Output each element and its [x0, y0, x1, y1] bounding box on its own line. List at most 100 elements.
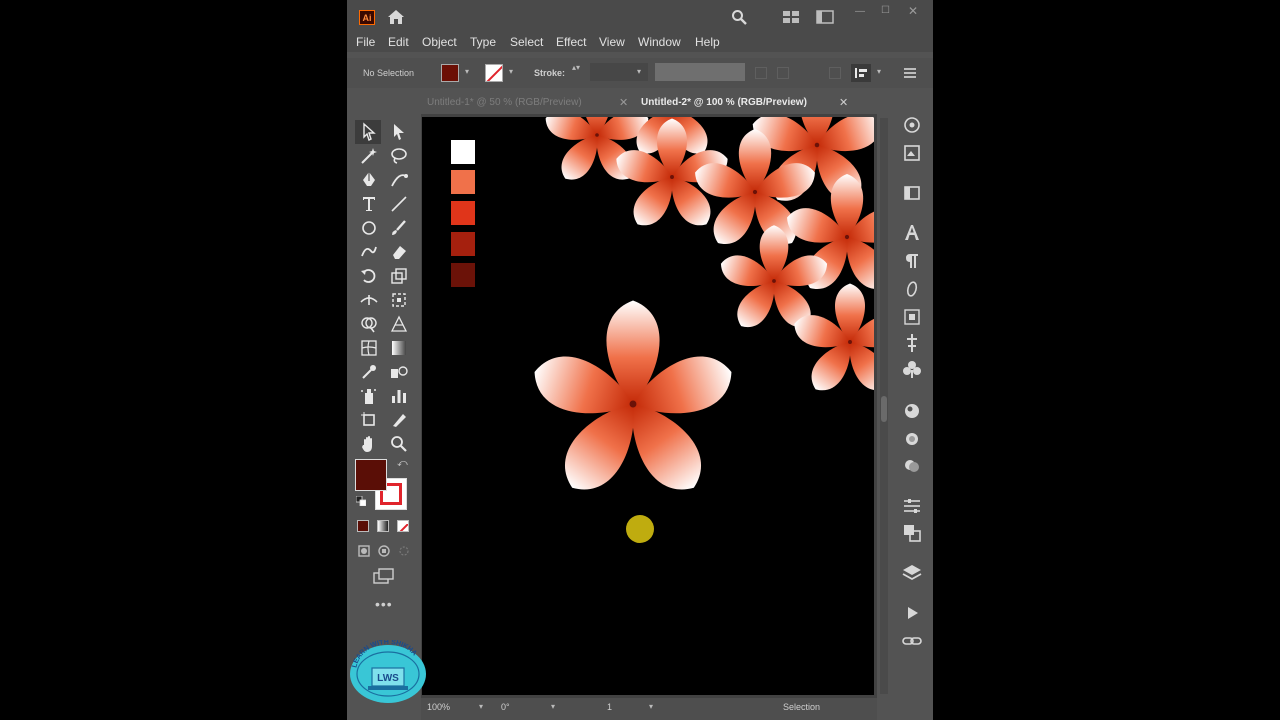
draw-behind-icon[interactable]: [377, 544, 391, 558]
character-icon[interactable]: [899, 222, 925, 244]
shape-builder-tool-icon[interactable]: [359, 314, 379, 334]
transform-icon[interactable]: [899, 306, 925, 328]
minimize-icon[interactable]: —: [855, 6, 865, 17]
menu-type[interactable]: Type: [470, 35, 496, 49]
mesh-tool-icon[interactable]: [359, 338, 379, 358]
slice-tool-icon[interactable]: [389, 410, 409, 430]
artboard-tool-icon[interactable]: [359, 410, 379, 430]
puppet-warp-icon[interactable]: [899, 332, 925, 354]
shaper-tool-icon[interactable]: [359, 242, 379, 262]
menu-select[interactable]: Select: [510, 35, 543, 49]
fill-dropdown-icon[interactable]: ▾: [465, 67, 469, 76]
artboard-dropdown-icon[interactable]: ▾: [649, 702, 653, 711]
type-tool-icon[interactable]: [359, 194, 379, 214]
color-mode-button[interactable]: [357, 520, 369, 532]
ellipse-tool-icon[interactable]: [359, 218, 379, 238]
menu-effect[interactable]: Effect: [556, 35, 586, 49]
symbols-icon[interactable]: [899, 358, 925, 380]
curvature-tool-icon[interactable]: [389, 170, 409, 190]
layers-icon[interactable]: [899, 562, 925, 584]
menu-file[interactable]: File: [356, 35, 375, 49]
paintbrush-tool-icon[interactable]: [389, 218, 409, 238]
menu-view[interactable]: View: [599, 35, 625, 49]
draw-inside-icon[interactable]: [397, 544, 411, 558]
scale-tool-icon[interactable]: [389, 266, 409, 286]
variable-width-profile[interactable]: [655, 63, 745, 81]
opacity-icon[interactable]: [777, 67, 789, 79]
gradient-tool-icon[interactable]: [389, 338, 409, 358]
default-colors-icon[interactable]: [356, 496, 366, 506]
swatch-dark-red[interactable]: [451, 232, 475, 256]
libraries-icon[interactable]: [899, 142, 925, 164]
artwork[interactable]: [422, 117, 874, 695]
opentype-icon[interactable]: [899, 278, 925, 300]
close-tab-icon[interactable]: ✕: [619, 96, 628, 109]
panel-layout-icon[interactable]: [816, 10, 834, 24]
main-flower[interactable]: [526, 301, 739, 504]
menu-window[interactable]: Window: [638, 35, 681, 49]
paragraph-icon[interactable]: [899, 250, 925, 272]
perspective-grid-tool-icon[interactable]: [389, 314, 409, 334]
menu-help[interactable]: Help: [695, 35, 720, 49]
artboard-number[interactable]: 1: [607, 702, 612, 712]
links-icon[interactable]: [899, 630, 925, 652]
stroke-dropdown-icon[interactable]: ▾: [509, 67, 513, 76]
magic-wand-tool-icon[interactable]: [359, 146, 379, 166]
zoom-dropdown-icon[interactable]: ▾: [479, 702, 483, 711]
direct-selection-tool-icon[interactable]: [389, 122, 409, 142]
swap-fill-stroke-icon[interactable]: ⤺: [397, 458, 408, 469]
swatch-white[interactable]: [451, 140, 475, 164]
zoom-level[interactable]: 100%: [427, 702, 450, 712]
graphic-styles-icon[interactable]: [899, 428, 925, 450]
zoom-tool-icon[interactable]: [389, 434, 409, 454]
rotation-dropdown-icon[interactable]: ▾: [551, 702, 555, 711]
search-icon[interactable]: [731, 9, 747, 25]
stroke-spinner-icon[interactable]: ▴▾: [572, 64, 580, 72]
align-dropdown-icon[interactable]: ▾: [877, 67, 881, 76]
align-button[interactable]: [851, 64, 871, 82]
maximize-icon[interactable]: ☐: [881, 5, 890, 16]
fill-color-swatch[interactable]: [441, 64, 459, 82]
change-screen-mode-icon[interactable]: [373, 568, 395, 584]
recolor-icon[interactable]: [829, 67, 841, 79]
swatches-icon[interactable]: [899, 455, 925, 477]
scrollbar-thumb[interactable]: [881, 396, 887, 422]
pathfinder-icon[interactable]: [899, 522, 925, 544]
selection-tool-icon[interactable]: [359, 122, 379, 142]
pen-tool-icon[interactable]: [359, 170, 379, 190]
swatch-maroon[interactable]: [451, 263, 475, 287]
width-tool-icon[interactable]: [359, 290, 379, 310]
artboard[interactable]: [422, 117, 874, 695]
hand-tool-icon[interactable]: [359, 434, 379, 454]
close-tab-icon[interactable]: ✕: [839, 96, 848, 109]
fill-color-box[interactable]: [355, 459, 387, 491]
eraser-tool-icon[interactable]: [389, 242, 409, 262]
menu-edit[interactable]: Edit: [388, 35, 409, 49]
tab-untitled-1[interactable]: Untitled-1* @ 50 % (RGB/Preview) ✕: [427, 92, 628, 114]
lasso-tool-icon[interactable]: [389, 146, 409, 166]
line-segment-tool-icon[interactable]: [389, 194, 409, 214]
blend-tool-icon[interactable]: [389, 362, 409, 382]
free-transform-tool-icon[interactable]: [389, 290, 409, 310]
gradient-mode-button[interactable]: [377, 520, 389, 532]
brush-definition-icon[interactable]: [755, 67, 767, 79]
close-icon[interactable]: ✕: [908, 4, 918, 18]
control-bar-menu-icon[interactable]: [903, 67, 917, 79]
properties-icon[interactable]: [899, 114, 925, 136]
canvas-area[interactable]: [421, 114, 877, 700]
menu-object[interactable]: Object: [422, 35, 457, 49]
swatch-orange-red[interactable]: [451, 201, 475, 225]
home-icon[interactable]: [387, 9, 405, 25]
color-guide-icon[interactable]: [899, 182, 925, 204]
eyedropper-tool-icon[interactable]: [359, 362, 379, 382]
vertical-scrollbar[interactable]: [880, 118, 888, 694]
rotate-tool-icon[interactable]: [359, 266, 379, 286]
none-mode-button[interactable]: [397, 520, 409, 532]
appearance-icon[interactable]: [899, 400, 925, 422]
swatch-light-orange[interactable]: [451, 170, 475, 194]
arrange-documents-icon[interactable]: [782, 10, 800, 24]
tab-untitled-2[interactable]: Untitled-2* @ 100 % (RGB/Preview) ✕: [641, 92, 851, 114]
edit-toolbar-icon[interactable]: •••: [375, 596, 393, 612]
column-graph-tool-icon[interactable]: [389, 386, 409, 406]
stroke-weight-dropdown-icon[interactable]: ▾: [637, 67, 641, 76]
